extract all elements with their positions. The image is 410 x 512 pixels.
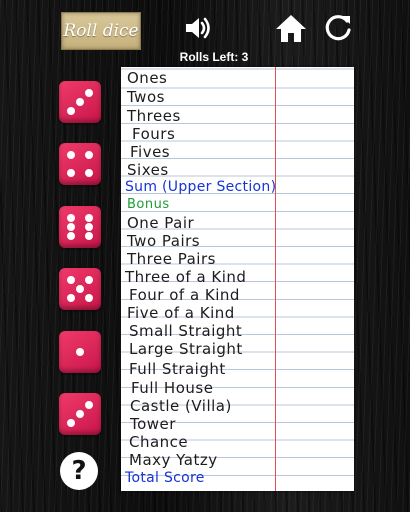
score-row-threes[interactable]: Threes (127, 107, 181, 125)
die-pip (85, 232, 93, 240)
score-row-sixes[interactable]: Sixes (127, 161, 169, 179)
score-row-bonus: Bonus (127, 197, 170, 212)
roll-dice-button[interactable]: Roll dice (61, 12, 141, 50)
score-row-sum-upper-section: Sum (Upper Section) (125, 179, 277, 195)
die-pip (76, 348, 84, 356)
score-row-fours[interactable]: Fours (132, 125, 175, 143)
speaker-icon[interactable] (181, 12, 213, 44)
score-row-twos[interactable]: Twos (127, 88, 165, 106)
score-row-fives[interactable]: Fives (130, 143, 170, 161)
restart-icon[interactable] (322, 12, 354, 44)
margin-line (275, 67, 276, 491)
score-row-castle-villa[interactable]: Castle (Villa) (130, 397, 232, 415)
die-pip (85, 276, 93, 284)
die-6[interactable] (59, 393, 101, 435)
score-row-large-straight[interactable]: Large Straight (129, 340, 243, 358)
die-pip (67, 151, 75, 159)
die-pip (76, 98, 84, 106)
scorecard-sheet: Ones Twos Threes Fours Fives Sixes Sum (Upper … (121, 67, 354, 491)
die-pip (67, 214, 75, 222)
score-row-three-of-a-kind[interactable]: Three of a Kind (125, 268, 246, 286)
score-row-one-pair[interactable]: One Pair (127, 214, 194, 232)
score-row-maxy-yatzy[interactable]: Maxy Yatzy (129, 451, 218, 469)
die-pip (85, 169, 93, 177)
die-pip (76, 285, 84, 293)
die-pip (76, 410, 84, 418)
die-pip (85, 401, 93, 409)
die-pip (85, 151, 93, 159)
home-icon[interactable] (274, 12, 308, 44)
score-row-five-of-a-kind[interactable]: Five of a Kind (127, 304, 235, 322)
rolls-left-counter: Rolls Left: 3 (179, 50, 249, 64)
die-pip (85, 214, 93, 222)
die-pip (67, 107, 75, 115)
score-row-four-of-a-kind[interactable]: Four of a Kind (129, 286, 240, 304)
die-pip (85, 294, 93, 302)
score-row-chance[interactable]: Chance (129, 433, 188, 451)
die-pip (85, 89, 93, 97)
die-2[interactable] (59, 143, 101, 185)
score-row-ones[interactable]: Ones (127, 69, 167, 87)
score-row-total-score: Total Score (125, 470, 205, 486)
help-button[interactable]: ? (60, 452, 98, 490)
die-pip (67, 223, 75, 231)
die-3[interactable] (59, 206, 101, 248)
die-pip (67, 276, 75, 284)
score-row-full-house[interactable]: Full House (131, 379, 213, 397)
score-row-two-pairs[interactable]: Two Pairs (127, 232, 200, 250)
score-row-small-straight[interactable]: Small Straight (129, 322, 242, 340)
die-5[interactable] (59, 331, 101, 373)
die-pip (85, 223, 93, 231)
score-row-full-straight[interactable]: Full Straight (129, 360, 226, 378)
die-4[interactable] (59, 268, 101, 310)
die-pip (67, 294, 75, 302)
die-1[interactable] (59, 81, 101, 123)
score-row-tower[interactable]: Tower (130, 415, 176, 433)
die-pip (67, 232, 75, 240)
die-pip (67, 169, 75, 177)
score-row-three-pairs[interactable]: Three Pairs (127, 250, 216, 268)
die-pip (67, 419, 75, 427)
